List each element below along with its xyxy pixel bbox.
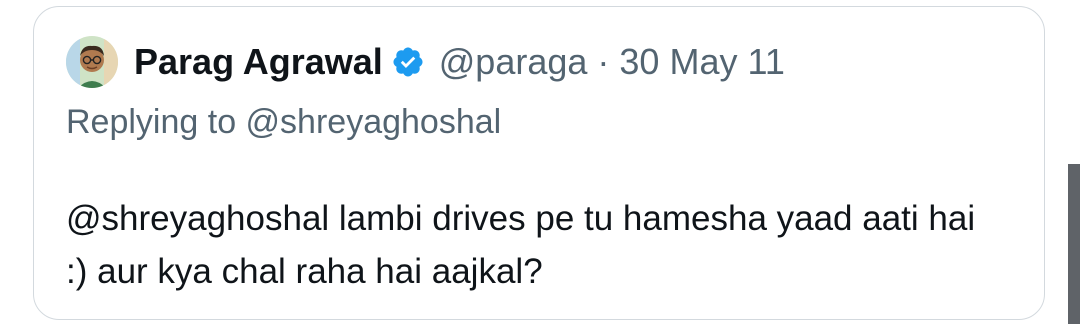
scrollbar-thumb[interactable] [1068,164,1080,324]
verified-badge-icon [391,45,425,79]
author-name[interactable]: Parag Agrawal [134,41,383,83]
replying-to: Replying to @shreyaghoshal [66,103,502,141]
avatar[interactable] [66,36,118,88]
tweet-header: Parag Agrawal @paraga · 30 May 11 [66,36,785,88]
memoji-avatar-icon [66,36,118,88]
meta-separator: · [597,41,610,82]
tweet-text: @shreyaghoshal lambi drives pe tu hamesh… [66,199,976,291]
author-handle[interactable]: @paraga [439,41,588,83]
tweet-date[interactable]: 30 May 11 [619,41,784,83]
screenshot-frame: Parag Agrawal @paraga · 30 May 11 Replyi… [0,0,1080,324]
